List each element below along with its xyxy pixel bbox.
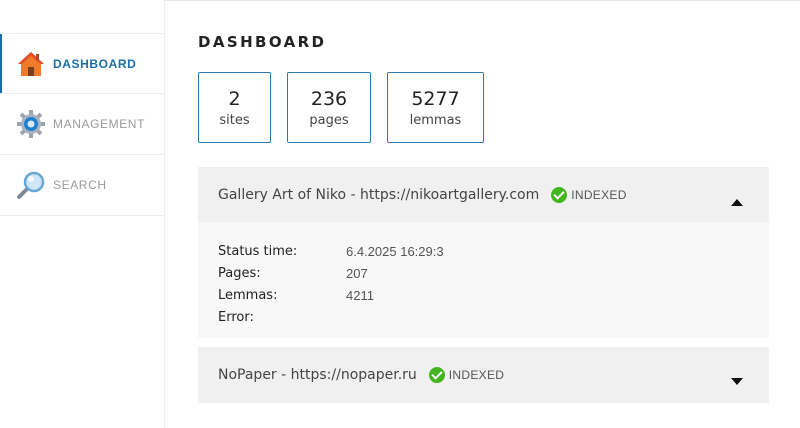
detail-row: Status time: 6.4.2025 16:29:3 bbox=[218, 240, 749, 262]
site-panel: Gallery Art of Niko - https://nikoartgal… bbox=[198, 167, 769, 338]
stat-card-pages: 236 pages bbox=[287, 72, 371, 143]
stat-label: lemmas bbox=[409, 113, 462, 128]
stat-label: pages bbox=[309, 113, 349, 128]
site-name: Gallery Art of Niko - https://nikoartgal… bbox=[218, 186, 540, 203]
page-title: DASHBOARD bbox=[198, 33, 327, 51]
sidebar-item-dashboard[interactable]: DASHBOARD bbox=[0, 33, 164, 94]
home-icon bbox=[16, 49, 46, 79]
stat-card-sites: 2 sites bbox=[198, 72, 271, 143]
sidebar-nav: DASHBOARD MANAGEMENT SEARCH bbox=[0, 33, 164, 216]
magnifier-icon bbox=[16, 170, 46, 200]
detail-label: Status time: bbox=[218, 243, 298, 259]
detail-value: 4211 bbox=[346, 287, 374, 303]
detail-row: Pages: 207 bbox=[218, 262, 749, 284]
detail-label: Error: bbox=[218, 309, 254, 325]
stat-card-lemmas: 5277 lemmas bbox=[387, 72, 484, 143]
status-badge: INDEXED bbox=[428, 366, 505, 383]
site-panel: NoPaper - https://nopaper.ru INDEXED bbox=[198, 347, 769, 403]
sidebar-item-label: MANAGEMENT bbox=[53, 117, 146, 131]
collapse-arrow-icon[interactable] bbox=[731, 191, 743, 206]
site-header[interactable]: NoPaper - https://nopaper.ru INDEXED bbox=[198, 347, 769, 402]
sidebar-item-search[interactable]: SEARCH bbox=[0, 155, 164, 216]
status-text: INDEXED bbox=[571, 187, 627, 202]
site-name: NoPaper - https://nopaper.ru bbox=[218, 366, 417, 383]
stat-value: 2 bbox=[228, 88, 241, 110]
detail-value: 207 bbox=[346, 265, 368, 281]
detail-value: 6.4.2025 16:29:3 bbox=[346, 243, 444, 259]
status-text: INDEXED bbox=[448, 367, 505, 382]
stat-label: sites bbox=[219, 113, 250, 128]
stats-row: 2 sites 236 pages 5277 lemmas bbox=[198, 72, 500, 143]
sidebar: DASHBOARD MANAGEMENT SEARCH bbox=[0, 0, 165, 428]
gear-icon bbox=[16, 109, 46, 139]
sidebar-item-label: DASHBOARD bbox=[53, 56, 137, 71]
check-circle-icon bbox=[551, 186, 568, 203]
stat-value: 236 bbox=[310, 88, 348, 110]
site-header[interactable]: Gallery Art of Niko - https://nikoartgal… bbox=[198, 167, 769, 222]
sidebar-item-label: SEARCH bbox=[53, 178, 107, 192]
sidebar-item-management[interactable]: MANAGEMENT bbox=[0, 94, 164, 155]
stat-value: 5277 bbox=[411, 88, 460, 110]
expand-arrow-icon[interactable] bbox=[731, 371, 743, 385]
top-divider bbox=[165, 0, 800, 1]
detail-label: Lemmas: bbox=[218, 287, 278, 303]
check-circle-icon bbox=[428, 366, 445, 383]
detail-row: Error: bbox=[218, 306, 749, 328]
detail-label: Pages: bbox=[218, 265, 261, 281]
status-badge: INDEXED bbox=[551, 186, 627, 203]
detail-row: Lemmas: 4211 bbox=[218, 284, 749, 306]
site-details: Status time: 6.4.2025 16:29:3 Pages: 207… bbox=[198, 222, 769, 338]
